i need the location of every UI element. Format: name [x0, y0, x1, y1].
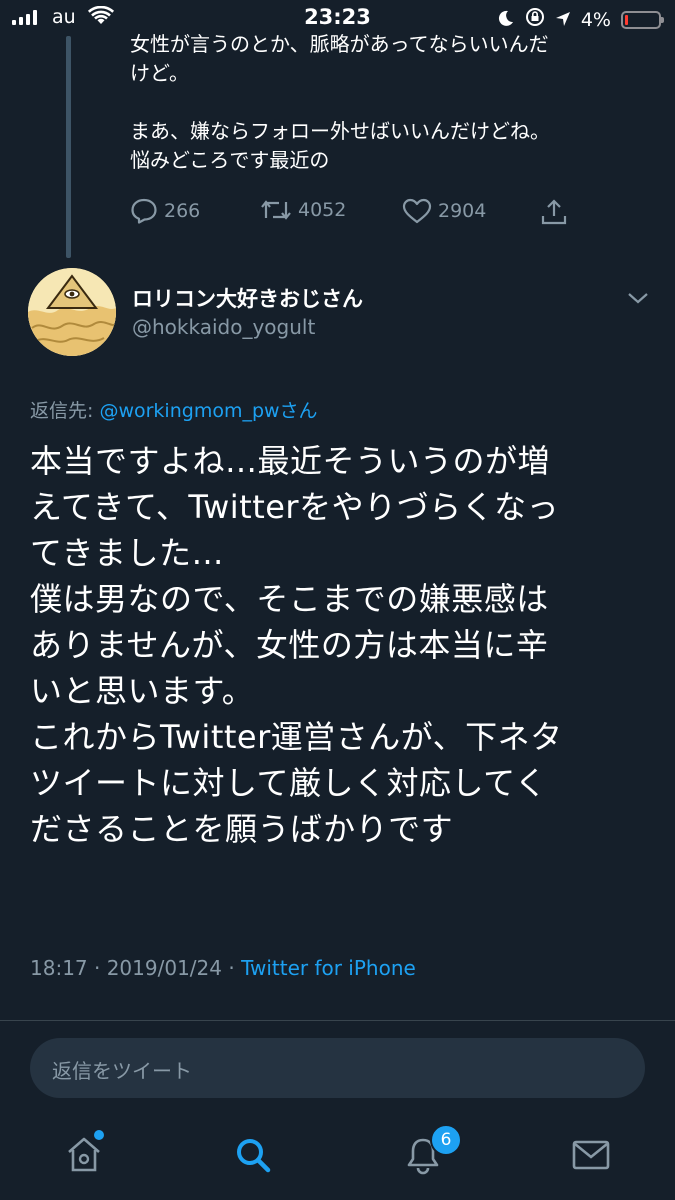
avatar[interactable] — [28, 268, 116, 356]
reply-count: 266 — [164, 200, 201, 222]
reply-icon — [131, 198, 157, 224]
location-icon — [555, 8, 571, 32]
messages-icon — [572, 1140, 610, 1170]
reply-input[interactable]: 返信をツイート — [30, 1038, 645, 1098]
like-action[interactable]: 2904 — [402, 198, 486, 224]
search-icon — [237, 1139, 271, 1173]
tweet-meta: 18:17 · 2019/01/24 · Twitter for iPhone — [30, 956, 416, 980]
thread-line — [66, 36, 71, 258]
previous-tweet-actions: 266 4052 2904 — [130, 198, 580, 232]
rotation-lock-icon — [525, 7, 545, 32]
battery-icon — [621, 10, 664, 29]
chevron-down-icon[interactable] — [626, 290, 650, 310]
tab-bar — [0, 1115, 675, 1200]
home-icon — [68, 1137, 100, 1172]
like-count: 2904 — [438, 200, 487, 222]
replying-prefix: 返信先: — [30, 400, 100, 422]
retweet-count: 4052 — [298, 199, 347, 221]
tab-home[interactable] — [64, 1135, 104, 1179]
tweet-timestamp: 18:17 · 2019/01/24 · — [30, 956, 242, 980]
reply-action[interactable]: 266 — [130, 198, 200, 224]
retweet-action[interactable]: 4052 — [260, 198, 346, 222]
moon-icon — [497, 8, 515, 32]
share-action[interactable] — [540, 198, 568, 226]
divider — [0, 1020, 675, 1021]
replying-to: 返信先: @workingmom_pwさん — [30, 396, 318, 423]
battery-percent: 4% — [580, 8, 611, 31]
retweet-icon — [261, 200, 291, 220]
display-name[interactable]: ロリコン大好きおじさん — [132, 283, 363, 313]
reply-placeholder: 返信をツイート — [52, 1059, 192, 1083]
tweet-text: 本当ですよね…最近そういうのが増 えてきて、Twitterをやりづらくなっ てき… — [30, 442, 563, 848]
previous-tweet-text: 女性が言うのとか、脈略があってならいいんだ けど。 まあ、嫌ならフォロー外せばい… — [130, 32, 550, 172]
tab-search[interactable] — [233, 1135, 273, 1179]
tab-messages[interactable] — [570, 1135, 612, 1179]
share-icon — [541, 199, 567, 225]
replying-to-link[interactable]: @workingmom_pwさん — [99, 400, 317, 422]
notifications-badge: 6 — [430, 1124, 462, 1156]
tweet-source-link[interactable]: Twitter for iPhone — [241, 956, 416, 980]
home-unread-dot — [94, 1130, 104, 1140]
user-handle[interactable]: @hokkaido_yogult — [132, 315, 315, 339]
heart-icon — [402, 198, 432, 224]
